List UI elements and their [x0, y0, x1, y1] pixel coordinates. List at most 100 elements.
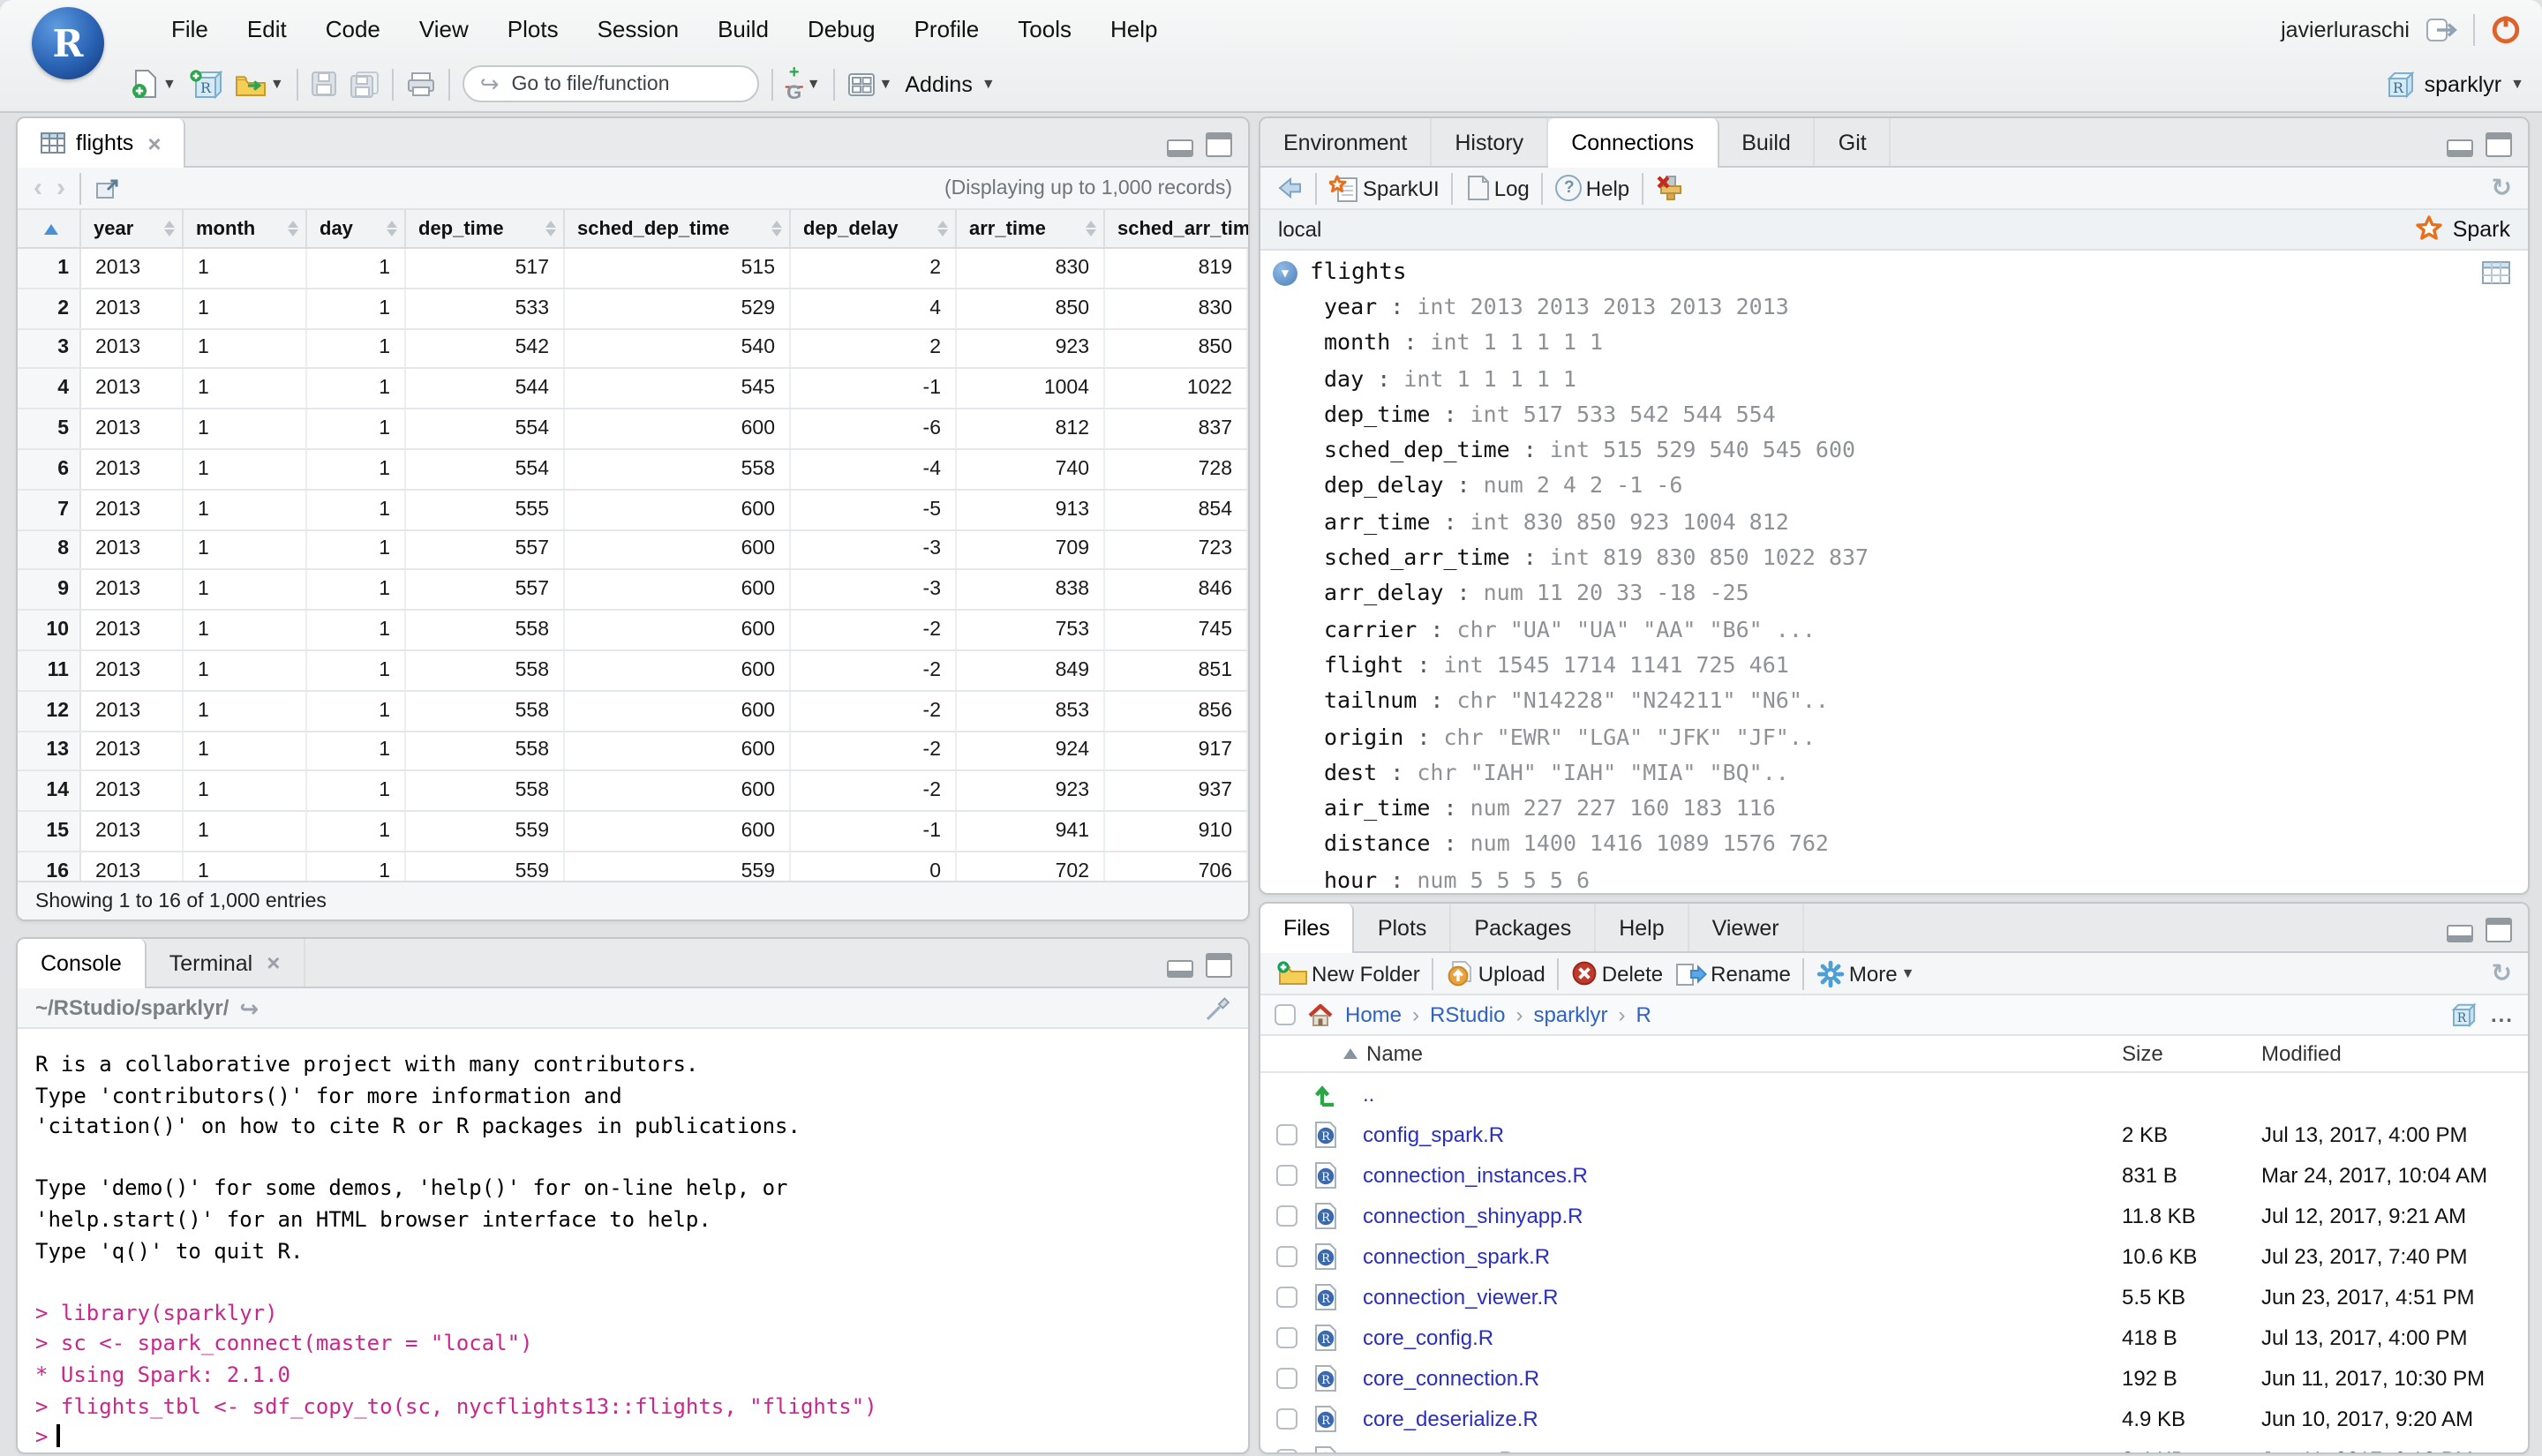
- more-button[interactable]: More ▼: [1817, 959, 1914, 987]
- file-checkbox[interactable]: [1276, 1245, 1297, 1267]
- sort-by-name-header[interactable]: Name: [1343, 1036, 1423, 1071]
- back-icon[interactable]: ‹: [34, 175, 42, 201]
- open-in-new-window-icon[interactable]: [95, 177, 118, 199]
- file-checkbox[interactable]: [1276, 1287, 1297, 1309]
- file-checkbox[interactable]: [1276, 1123, 1297, 1145]
- close-tab-icon[interactable]: ×: [147, 130, 161, 156]
- collapse-icon[interactable]: ▼: [1273, 260, 1297, 285]
- refresh-icon[interactable]: ↻: [2492, 958, 2512, 988]
- project-cube-icon[interactable]: R: [2450, 1002, 2477, 1027]
- maximize-pane-icon[interactable]: [1206, 953, 1232, 978]
- menu-session[interactable]: Session: [578, 16, 699, 42]
- breadcrumb-rstudio[interactable]: RStudio: [1430, 1002, 1505, 1027]
- menu-profile[interactable]: Profile: [895, 16, 999, 42]
- file-row[interactable]: Rcore_config.R 418 B Jul 13, 2017, 4:00 PM: [1260, 1317, 2528, 1358]
- file-link[interactable]: core_gateway.R: [1363, 1448, 2122, 1452]
- tab-packages[interactable]: Packages: [1451, 904, 1597, 951]
- maximize-pane-icon[interactable]: [1206, 132, 1232, 157]
- file-link[interactable]: config_spark.R: [1363, 1122, 2122, 1146]
- column-header-arr_time[interactable]: arr_time: [957, 210, 1105, 247]
- minimize-pane-icon[interactable]: [1167, 960, 1193, 978]
- clear-console-icon[interactable]: [1204, 994, 1230, 1021]
- menu-build[interactable]: Build: [698, 16, 788, 42]
- breadcrumb-home[interactable]: Home: [1345, 1002, 1402, 1027]
- home-icon[interactable]: [1306, 1002, 1335, 1027]
- file-row[interactable]: Rconnection_spark.R 10.6 KB Jul 23, 2017, …: [1260, 1236, 2528, 1277]
- goto-file-input[interactable]: ↪ Go to file/function: [462, 65, 759, 102]
- tab-environment[interactable]: Environment: [1260, 118, 1433, 166]
- sign-out-icon[interactable]: [2425, 17, 2457, 41]
- open-file-button[interactable]: ▼: [235, 71, 284, 96]
- menu-help[interactable]: Help: [1091, 16, 1177, 42]
- tab-plots[interactable]: Plots: [1355, 904, 1452, 951]
- log-button[interactable]: Log: [1466, 175, 1530, 201]
- disconnect-icon[interactable]: [1656, 175, 1684, 201]
- print-button[interactable]: [406, 71, 436, 97]
- delete-button[interactable]: Delete: [1572, 960, 1663, 987]
- select-all-checkbox[interactable]: [1275, 1004, 1296, 1025]
- tab-connections[interactable]: Connections: [1548, 118, 1719, 168]
- minimize-pane-icon[interactable]: [2447, 139, 2473, 157]
- file-checkbox[interactable]: [1276, 1164, 1297, 1186]
- rownum-header[interactable]: [18, 210, 81, 247]
- rename-button[interactable]: Rename: [1675, 961, 1791, 986]
- file-link[interactable]: connection_spark.R: [1363, 1244, 2122, 1269]
- file-link[interactable]: connection_instances.R: [1363, 1162, 2122, 1187]
- file-checkbox[interactable]: [1276, 1408, 1297, 1430]
- file-row[interactable]: Rconnection_shinyapp.R 11.8 KB Jul 12, 201…: [1260, 1196, 2528, 1236]
- file-link[interactable]: connection_viewer.R: [1363, 1285, 2122, 1310]
- file-row[interactable]: Rcore_connection.R 192 B Jun 11, 2017, 10:…: [1260, 1358, 2528, 1399]
- menu-code[interactable]: Code: [306, 16, 400, 42]
- project-selector[interactable]: R sparklyr ▼: [2386, 70, 2524, 98]
- new-project-button[interactable]: R: [189, 69, 222, 99]
- open-directory-icon[interactable]: ↪: [239, 996, 259, 1019]
- maximize-pane-icon[interactable]: [2486, 918, 2512, 942]
- breadcrumb-r[interactable]: R: [1636, 1002, 1651, 1027]
- modified-header[interactable]: Modified: [2261, 1036, 2342, 1071]
- minimize-pane-icon[interactable]: [1167, 139, 1193, 157]
- file-link[interactable]: core_config.R: [1363, 1325, 2122, 1350]
- close-tab-icon[interactable]: ×: [267, 949, 280, 976]
- file-row[interactable]: Rcore_gateway.R3.4 KBJun 11, 2017, 6:12 …: [1260, 1440, 2528, 1452]
- object-row-flights[interactable]: ▼ flights: [1260, 251, 2528, 289]
- new-file-button[interactable]: ▼: [131, 69, 177, 99]
- file-row[interactable]: Rconfig_spark.R 2 KB Jul 13, 2017, 4:00 PM: [1260, 1114, 2528, 1154]
- menu-debug[interactable]: Debug: [788, 16, 895, 42]
- menu-edit[interactable]: Edit: [228, 16, 306, 42]
- column-header-day[interactable]: day: [307, 210, 406, 247]
- version-control-button[interactable]: + — G ▼: [786, 64, 821, 103]
- file-checkbox[interactable]: [1276, 1205, 1297, 1227]
- tab-console[interactable]: Console: [18, 939, 147, 988]
- console-prompt[interactable]: >: [35, 1422, 1230, 1452]
- size-header[interactable]: Size: [2122, 1036, 2163, 1071]
- tab-git[interactable]: Git: [1816, 118, 1891, 166]
- quit-session-icon[interactable]: [2491, 14, 2521, 44]
- back-icon[interactable]: [1276, 176, 1303, 199]
- save-all-button[interactable]: [350, 70, 380, 98]
- connection-row[interactable]: local Spark: [1260, 210, 2528, 251]
- menu-view[interactable]: View: [400, 16, 488, 42]
- menu-plots[interactable]: Plots: [488, 16, 578, 42]
- tab-flights[interactable]: flights ×: [18, 118, 186, 168]
- column-header-dep_delay[interactable]: dep_delay: [791, 210, 957, 247]
- tab-terminal[interactable]: Terminal ×: [147, 939, 305, 987]
- column-header-month[interactable]: month: [184, 210, 307, 247]
- breadcrumb-sparklyr[interactable]: sparklyr: [1533, 1002, 1607, 1027]
- file-row[interactable]: Rconnection_instances.R 831 B Mar 24, 2017…: [1260, 1154, 2528, 1195]
- minimize-pane-icon[interactable]: [2447, 925, 2473, 942]
- column-header-dep_time[interactable]: dep_time: [406, 210, 565, 247]
- tab-viewer[interactable]: Viewer: [1689, 904, 1804, 951]
- open-table-icon[interactable]: [2482, 261, 2510, 284]
- upload-button[interactable]: Upload: [1447, 960, 1546, 987]
- spark-ui-button[interactable]: SparkUI: [1329, 174, 1440, 202]
- file-link[interactable]: connection_shinyapp.R: [1363, 1204, 2122, 1228]
- help-button[interactable]: ? Help: [1555, 175, 1629, 201]
- file-row[interactable]: Rcore_deserialize.R 4.9 KB Jun 10, 2017, 9…: [1260, 1400, 2528, 1440]
- username[interactable]: javierluraschi: [2281, 17, 2410, 41]
- forward-icon[interactable]: ›: [56, 175, 65, 201]
- tab-help[interactable]: Help: [1596, 904, 1689, 951]
- save-button[interactable]: [311, 71, 337, 97]
- parent-directory-row[interactable]: ..: [1260, 1073, 2528, 1114]
- file-checkbox[interactable]: [1276, 1449, 1297, 1452]
- menu-tools[interactable]: Tools: [998, 16, 1091, 42]
